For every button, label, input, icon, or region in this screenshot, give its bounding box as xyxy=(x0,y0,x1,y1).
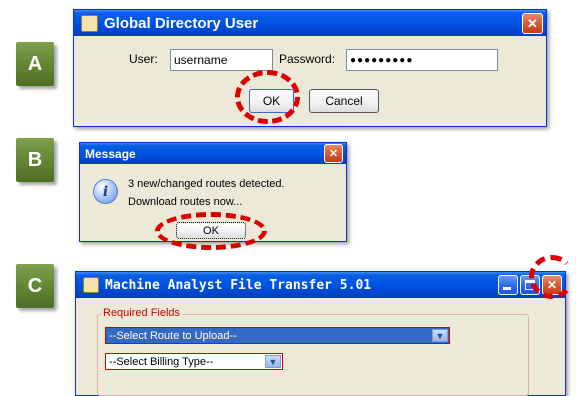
route-select[interactable]: --Select Route to Upload-- ▼ xyxy=(105,327,450,344)
close-button[interactable]: ✕ xyxy=(522,13,543,34)
file-transfer-window: Machine Analyst File Transfer 5.01 ✕ Req… xyxy=(75,271,566,396)
maximize-button[interactable] xyxy=(520,275,540,295)
minimize-icon xyxy=(503,287,511,290)
close-icon: ✕ xyxy=(546,278,558,292)
step-badge-c: C xyxy=(16,264,54,308)
ok-button[interactable]: OK xyxy=(176,222,246,239)
required-fields-label: Required Fields xyxy=(101,307,183,319)
dialog-title: Message xyxy=(85,146,136,161)
message-line-1: 3 new/changed routes detected. xyxy=(128,178,285,190)
password-input[interactable]: ●●●●●●●●● xyxy=(346,49,498,71)
user-label: User: xyxy=(129,52,158,66)
dialog-title: Global Directory User xyxy=(104,14,259,32)
route-select-value: --Select Route to Upload-- xyxy=(109,329,237,342)
global-directory-user-dialog: Global Directory User ✕ User: username P… xyxy=(73,9,547,127)
java-app-icon xyxy=(81,14,98,32)
password-label: Password: xyxy=(279,52,336,66)
user-input[interactable]: username xyxy=(170,49,273,71)
billing-select-value: --Select Billing Type-- xyxy=(109,355,214,368)
window-title: Machine Analyst File Transfer 5.01 xyxy=(105,277,372,293)
cancel-button[interactable]: Cancel xyxy=(309,89,379,113)
window-title-bar[interactable]: Machine Analyst File Transfer 5.01 xyxy=(76,272,565,298)
java-app-icon xyxy=(83,277,99,293)
close-button[interactable]: ✕ xyxy=(324,144,343,163)
chevron-down-icon: ▼ xyxy=(265,355,281,368)
billing-type-select[interactable]: --Select Billing Type-- ▼ xyxy=(105,353,283,370)
maximize-icon xyxy=(525,280,535,290)
dialog-title-bar[interactable]: Message xyxy=(80,143,346,164)
close-icon: ✕ xyxy=(328,148,339,160)
minimize-button[interactable] xyxy=(498,275,518,295)
step-badge-a: A xyxy=(16,42,54,86)
chevron-down-icon: ▼ xyxy=(432,329,448,342)
message-dialog: Message ✕ i 3 new/changed routes detecte… xyxy=(79,142,347,242)
step-badge-b: B xyxy=(16,138,54,182)
dialog-title-bar[interactable]: Global Directory User xyxy=(74,10,546,36)
close-button[interactable]: ✕ xyxy=(542,275,562,295)
close-icon: ✕ xyxy=(527,15,538,31)
ok-button[interactable]: OK xyxy=(249,89,294,113)
message-line-2: Download routes now... xyxy=(128,196,243,208)
info-icon: i xyxy=(93,179,118,204)
